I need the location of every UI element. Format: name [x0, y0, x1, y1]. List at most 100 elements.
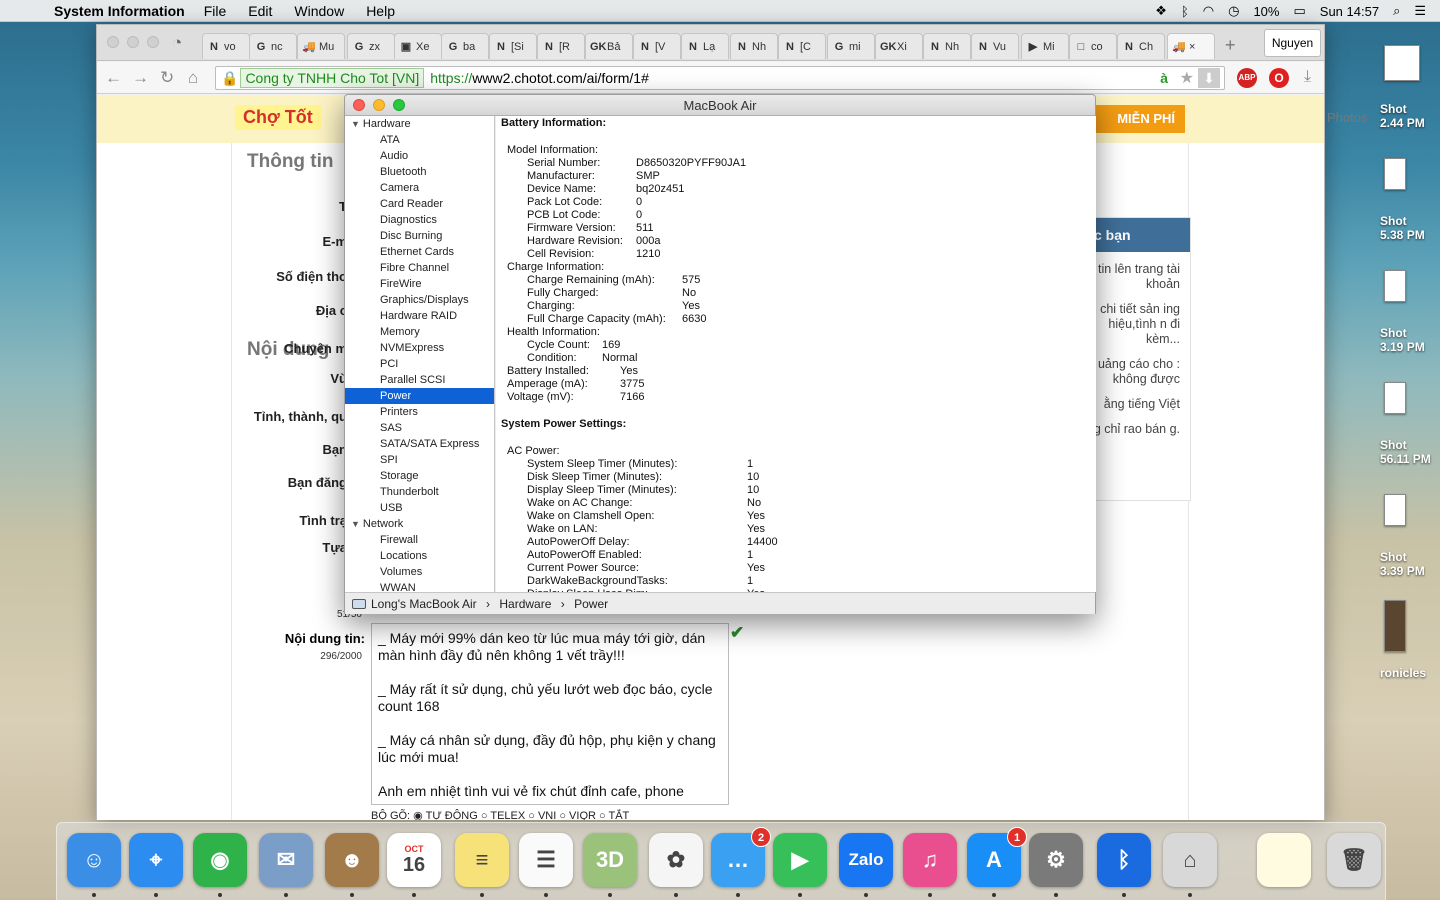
browser-tab[interactable]: Gnc — [249, 33, 297, 59]
facetime-icon[interactable]: ▶ — [773, 833, 827, 897]
ev-certificate-badge[interactable]: Cong ty TNHH Cho Tot [VN] — [240, 68, 425, 88]
dropbox-icon[interactable]: ❖ — [1155, 3, 1167, 19]
messages-icon[interactable]: … 2 — [711, 827, 771, 897]
wifi-icon[interactable]: ◠ — [1203, 3, 1214, 19]
spotlight-icon[interactable]: ⌕ — [1393, 3, 1400, 19]
path-item[interactable]: Power — [574, 597, 608, 611]
sidebar-item[interactable]: FireWire — [345, 276, 494, 292]
new-tab-button[interactable]: + — [1225, 35, 1236, 56]
desktop-file-2[interactable]: Shot 5.38 PM — [1380, 214, 1440, 242]
sidebar-item[interactable]: Volumes — [345, 564, 494, 580]
contacts-icon[interactable]: ☻ — [325, 833, 379, 897]
system-preferences-icon[interactable]: ⚙ — [1029, 833, 1083, 897]
browser-tab[interactable]: N [C — [778, 33, 826, 59]
description-textarea[interactable]: _ Máy mới 99% dán keo từ lúc mua máy tới… — [371, 623, 729, 805]
path-item[interactable]: Hardware — [499, 597, 551, 611]
browser-tab[interactable]: Nvo — [202, 33, 250, 59]
minimize-button[interactable] — [373, 99, 385, 111]
menu-app-name[interactable]: System Information — [54, 3, 185, 19]
browser-tab[interactable]: GK Xi — [875, 33, 923, 59]
address-bar[interactable]: 🔒 Cong ty TNHH Cho Tot [VN] https://www2… — [215, 66, 1225, 90]
sidebar-item[interactable]: Bluetooth — [345, 164, 494, 180]
sidebar-item[interactable]: SATA/SATA Express — [345, 436, 494, 452]
sidebar-item[interactable]: USB — [345, 500, 494, 516]
translate-icon[interactable]: à — [1160, 70, 1168, 86]
detail-pane[interactable]: Battery Information: Model Information: Se… — [496, 116, 1096, 592]
notes-icon[interactable]: ≡ — [455, 833, 509, 897]
browser-logo-icon[interactable]: ◔ — [172, 33, 182, 53]
bluetooth-icon[interactable]: ᛒ — [1181, 4, 1189, 19]
browser-tab[interactable]: N [R — [537, 33, 585, 59]
menu-file[interactable]: File — [204, 3, 227, 19]
adblock-plus-icon[interactable]: ABP — [1237, 68, 1257, 88]
opera-icon[interactable]: O — [1269, 68, 1289, 88]
battery-percent[interactable]: 10% — [1253, 4, 1279, 19]
sidebar-item[interactable]: SAS — [345, 420, 494, 436]
sidebar-item[interactable]: PCI — [345, 356, 494, 372]
sidebar-item[interactable]: Diagnostics — [345, 212, 494, 228]
battery-icon[interactable]: ▭ — [1293, 3, 1305, 19]
close-button[interactable] — [107, 36, 119, 48]
sidebar-item[interactable]: Fibre Channel — [345, 260, 494, 276]
sidebar-item[interactable]: Memory — [345, 324, 494, 340]
browser-tab[interactable]: N Lạ — [681, 33, 729, 59]
sidebar-item[interactable]: Power — [345, 388, 494, 404]
sidebar-item[interactable]: Audio — [345, 148, 494, 164]
menu-window[interactable]: Window — [294, 3, 344, 19]
download-arrow-icon[interactable]: ⬇ — [1198, 68, 1220, 88]
screenshot-thumbnail[interactable] — [1384, 45, 1420, 81]
sidebar-item[interactable]: NVMExpress — [345, 340, 494, 356]
desktop-file-3[interactable]: Shot 3.19 PM — [1380, 326, 1440, 354]
sidebar-item[interactable]: Ethernet Cards — [345, 244, 494, 260]
sidebar-item[interactable]: Locations — [345, 548, 494, 564]
time-machine-icon[interactable]: ◷ — [1228, 3, 1239, 19]
trash-icon[interactable]: 🗑 — [1327, 833, 1381, 887]
desktop-file-1[interactable]: Shot 2.44 PM — [1380, 102, 1440, 130]
preview-icon[interactable]: ✉ — [259, 833, 313, 897]
book-thumbnail[interactable] — [1384, 600, 1406, 652]
browser-tab[interactable]: 🚚 Mu — [297, 33, 345, 59]
finder-icon[interactable]: ☺ — [67, 833, 121, 897]
browser-tab[interactable]: N [Si — [489, 33, 537, 59]
browser-tab[interactable]: Gmi — [827, 33, 875, 59]
menu-help[interactable]: Help — [366, 3, 395, 19]
notification-center-icon[interactable]: ☰ — [1414, 3, 1426, 19]
sidebar-category[interactable]: ▼ Network — [345, 516, 494, 532]
sidebar-item[interactable]: Printers — [345, 404, 494, 420]
documents-icon[interactable] — [1257, 833, 1311, 887]
sidebar-item[interactable]: Hardware RAID — [345, 308, 494, 324]
menu-edit[interactable]: Edit — [248, 3, 272, 19]
zoom-button[interactable] — [147, 36, 159, 48]
browser-tab[interactable]: GK Bả — [585, 33, 633, 59]
desktop-file-4[interactable]: Shot 56.11 PM — [1380, 438, 1440, 466]
browser-tab[interactable]: N Nh — [730, 33, 778, 59]
maps-icon[interactable]: 3D — [583, 833, 637, 897]
reload-icon[interactable]: ↻ — [160, 68, 174, 88]
bookmark-star-icon[interactable]: ★ — [1180, 68, 1194, 88]
close-button[interactable] — [353, 99, 365, 111]
forward-icon[interactable]: → — [132, 68, 149, 88]
sidebar-item[interactable]: Disc Burning — [345, 228, 494, 244]
menu-clock[interactable]: Sun 14:57 — [1320, 4, 1379, 19]
sidebar-item[interactable]: Graphics/Displays — [345, 292, 494, 308]
browser-tab[interactable]: N Nh — [923, 33, 971, 59]
sidebar-item[interactable]: ATA — [345, 132, 494, 148]
screenshot-thumbnail[interactable] — [1384, 382, 1406, 414]
coccoc-icon[interactable]: ◉ — [193, 833, 247, 897]
appstore-icon[interactable]: A1 — [967, 827, 1027, 897]
path-item[interactable]: Long's MacBook Air — [371, 597, 477, 611]
sidebar-category[interactable]: ▼ Hardware — [345, 116, 494, 132]
site-logo[interactable]: Chợ Tốt — [235, 105, 321, 130]
system-information-icon[interactable]: ⌂ — [1163, 833, 1217, 897]
sidebar-item[interactable]: Card Reader — [345, 196, 494, 212]
sidebar-item[interactable]: Firewall — [345, 532, 494, 548]
sidebar-item[interactable]: SPI — [345, 452, 494, 468]
screenshot-thumbnail[interactable] — [1384, 270, 1406, 302]
downloads-icon[interactable]: ⤓ — [1304, 68, 1311, 86]
back-icon[interactable]: ← — [105, 68, 122, 88]
browser-tab[interactable]: ▶ Mi — [1021, 33, 1069, 59]
sidebar-item[interactable]: WWAN — [345, 580, 494, 592]
home-icon[interactable]: ⌂ — [188, 68, 198, 88]
sidebar-item[interactable]: Parallel SCSI — [345, 372, 494, 388]
desktop-file-chronicles[interactable]: ronicles — [1380, 666, 1440, 680]
